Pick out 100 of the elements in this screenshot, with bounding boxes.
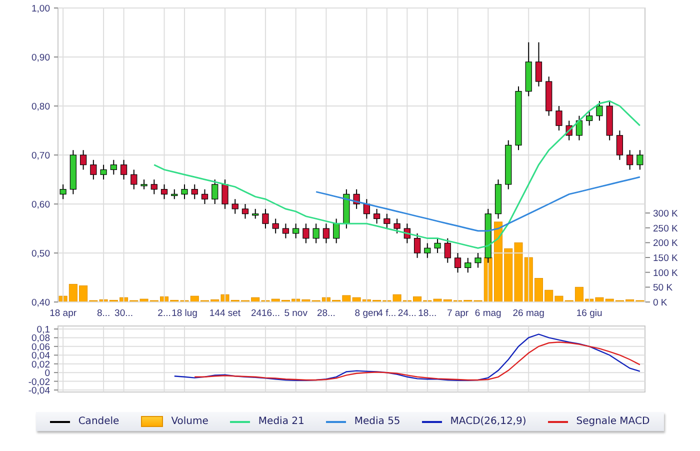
candlestick [292, 223, 300, 239]
axis-tick-label: 28... [316, 308, 336, 319]
candlestick [616, 130, 623, 160]
candlestick [546, 76, 552, 116]
axis-tick-label: 0,90 [32, 52, 50, 64]
candlestick [343, 188, 350, 229]
candlestick [556, 106, 562, 131]
axis-tick-label: 0,04 [32, 350, 50, 362]
candlestick [474, 252, 482, 268]
candlestick [201, 188, 208, 204]
candlestick [60, 184, 66, 200]
volume-bar [200, 300, 209, 302]
candlestick [494, 179, 502, 220]
axis-tick-label: 18 apr [50, 308, 77, 319]
candlestick [525, 42, 532, 97]
candlestick [444, 238, 451, 264]
candlestick [272, 218, 279, 234]
candlestick [282, 223, 290, 239]
candlestick [171, 188, 178, 200]
candlestick [626, 150, 634, 170]
candlestick [322, 223, 330, 244]
candlestick [586, 110, 593, 126]
legend-label: Volume [171, 416, 208, 427]
axis-tick-label: 18 lug [172, 308, 198, 319]
axis-tick-label: 18... [418, 308, 437, 319]
candlestick [566, 120, 572, 141]
candlestick [232, 198, 238, 214]
candlestick [70, 150, 76, 195]
axis-tick-label: 2... [158, 308, 171, 319]
volume-bar [504, 248, 513, 302]
axis-tick-label: 0,1 [36, 324, 50, 336]
candlestick [242, 204, 249, 220]
candlestick [374, 208, 380, 224]
axis-tick-label: 0,02 [32, 359, 50, 370]
axis-tick-label: 0,60 [32, 200, 50, 210]
axis-tick-label: 30... [114, 308, 134, 319]
legend-label: Media 55 [354, 416, 400, 427]
candlestick [181, 184, 188, 200]
axis-tick-label: -0,04 [28, 386, 50, 396]
axis-tick-label: 4 f... [378, 308, 396, 319]
candlestick [394, 218, 400, 234]
candlestick [140, 179, 148, 190]
candlestick [464, 257, 472, 274]
candlestick [424, 242, 431, 258]
candlestick [484, 208, 492, 264]
candlestick [90, 159, 97, 180]
candlestick [363, 198, 370, 220]
candlestick [454, 252, 462, 274]
legend-label: Segnale MACD [576, 416, 650, 427]
legend-label: Candele [78, 416, 120, 427]
candlestick [252, 208, 259, 220]
candlestick [606, 100, 613, 141]
candlestick [636, 150, 644, 170]
candlestick [384, 213, 390, 229]
legend-label: MACD(26,12,9) [450, 416, 526, 427]
axis-tick-label: 250 K [653, 223, 678, 234]
candlestick [434, 238, 441, 254]
axis-tick-label: 8 gen [354, 308, 379, 319]
axis-tick-label: 50 K [653, 282, 673, 294]
axis-tick-label: 6 mag [474, 308, 502, 319]
axis-tick-label: 300 K [653, 208, 678, 220]
axis-tick-label: 8... [96, 308, 110, 319]
axis-tick-label: 16 giu [576, 308, 602, 319]
candlestick [535, 42, 542, 87]
volume-bar [514, 242, 523, 302]
axis-tick-label: 7 apr [446, 308, 469, 319]
candlestick [596, 100, 603, 122]
candlestick [222, 179, 228, 210]
candlestick [160, 184, 168, 200]
candlestick [80, 150, 87, 170]
axis-tick-label: 2416... [250, 308, 280, 319]
candlestick [414, 232, 421, 258]
candlestick [353, 188, 360, 210]
candlestick [262, 208, 269, 229]
axis-tick-label: 0,80 [32, 102, 50, 112]
legend-label: Media 21 [258, 416, 304, 427]
candlestick [505, 140, 512, 190]
candlestick [110, 159, 117, 176]
axis-tick-label: 0,40 [32, 298, 50, 308]
axis-tick-label: 0,06 [32, 342, 50, 353]
axis-tick-label: 5 nov [284, 308, 308, 319]
axis-tick-label: 100 K [653, 268, 678, 279]
axis-tick-label: 0,08 [32, 333, 50, 344]
axis-tick-label: 0,50 [32, 248, 50, 260]
axis-tick-label: 0 [44, 368, 50, 380]
axis-tick-label: -0,02 [28, 376, 50, 388]
axis-tick-label: 1,00 [32, 4, 50, 14]
axis-tick-label: 150 K [653, 253, 678, 264]
axis-tick-label: 0 K [653, 298, 668, 308]
candlestick [333, 218, 340, 244]
candlestick [191, 184, 198, 200]
axis-tick-label: 0,70 [32, 150, 50, 162]
candlestick [100, 164, 107, 180]
candlestick [130, 169, 138, 190]
candlestick [212, 179, 218, 204]
candlestick [120, 159, 128, 180]
axis-tick-label: 200 K [653, 238, 678, 250]
candlestick [150, 179, 158, 195]
candlestick [576, 115, 583, 141]
axis-tick-label: 24... [398, 308, 416, 319]
